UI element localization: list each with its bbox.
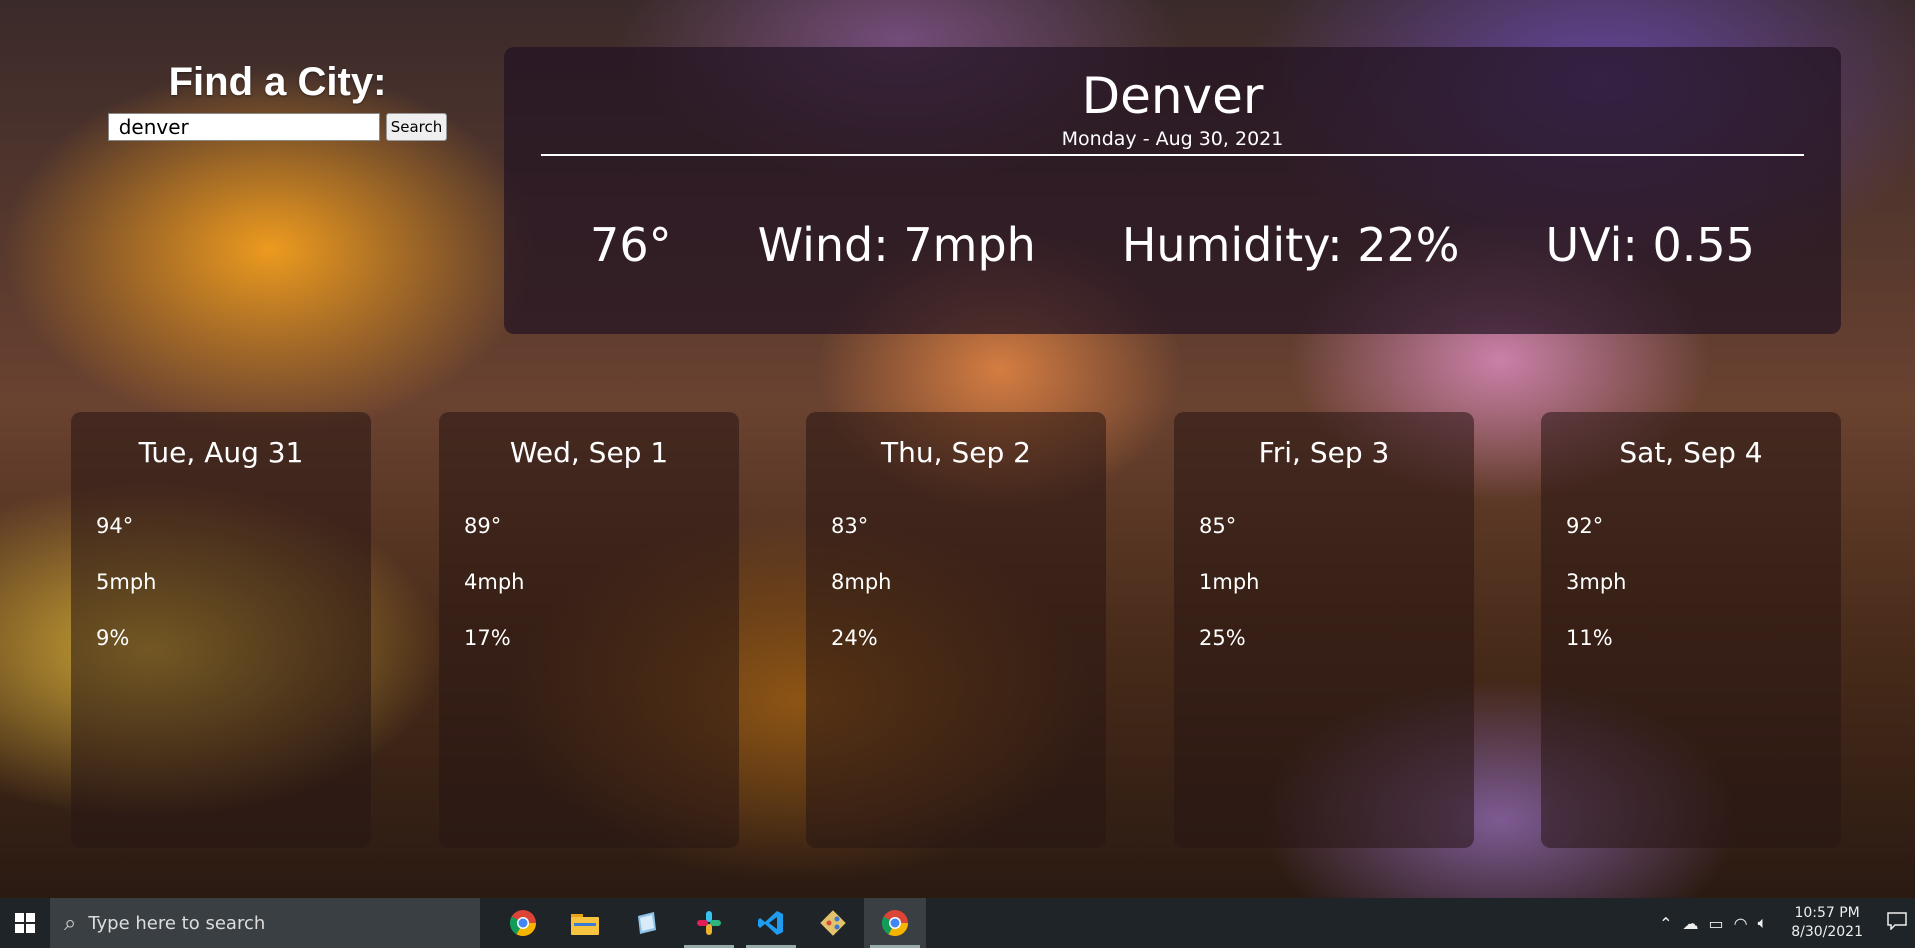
current-temp: 76° bbox=[590, 218, 672, 272]
forecast-temp: 85° bbox=[1199, 514, 1237, 538]
forecast-row: Tue, Aug 31 94° 5mph 9% Wed, Sep 1 89° 4… bbox=[71, 412, 1841, 848]
search-icon: ⌕ bbox=[64, 910, 77, 936]
forecast-temp: 89° bbox=[464, 514, 502, 538]
file-explorer-icon[interactable] bbox=[554, 898, 616, 948]
city-name: Denver bbox=[1081, 67, 1264, 125]
clock[interactable]: 10:57 PM 8/30/2021 bbox=[1791, 904, 1863, 942]
forecast-date: Tue, Aug 31 bbox=[138, 436, 304, 469]
city-search-input[interactable] bbox=[107, 113, 380, 141]
forecast-card: Thu, Sep 2 83° 8mph 24% bbox=[806, 412, 1106, 848]
forecast-wind: 4mph bbox=[464, 570, 525, 594]
forecast-card: Fri, Sep 3 85° 1mph 25% bbox=[1174, 412, 1474, 848]
clock-time: 10:57 PM bbox=[1794, 905, 1860, 922]
current-weather-panel: Denver Monday - Aug 30, 2021 76° Wind: 7… bbox=[504, 47, 1841, 334]
forecast-date: Fri, Sep 3 bbox=[1258, 436, 1390, 469]
windows-start-icon[interactable] bbox=[0, 898, 50, 948]
forecast-temp: 83° bbox=[831, 514, 869, 538]
current-wind: Wind: 7mph bbox=[757, 218, 1036, 272]
chrome-icon[interactable] bbox=[492, 898, 554, 948]
volume-icon[interactable]: 🔈︎ bbox=[1758, 913, 1768, 933]
forecast-date: Wed, Sep 1 bbox=[509, 436, 669, 469]
forecast-wind: 8mph bbox=[831, 570, 892, 594]
forecast-card: Sat, Sep 4 92° 3mph 11% bbox=[1541, 412, 1841, 848]
forecast-date: Thu, Sep 2 bbox=[881, 436, 1031, 469]
search-panel: Find a City: Search bbox=[100, 60, 455, 141]
forecast-wind: 3mph bbox=[1566, 570, 1627, 594]
forecast-humidity: 25% bbox=[1199, 626, 1246, 650]
forecast-temp: 92° bbox=[1566, 514, 1604, 538]
taskbar: ⌕ Type here to search ⌃ ☁ ▭ ◠ 🔈︎ 10:57 P… bbox=[0, 898, 1915, 948]
forecast-humidity: 9% bbox=[96, 626, 130, 650]
vscode-icon[interactable] bbox=[740, 898, 802, 948]
chrome-icon[interactable] bbox=[864, 898, 926, 948]
cloud-icon[interactable]: ☁ bbox=[1683, 914, 1699, 933]
forecast-temp: 94° bbox=[96, 514, 134, 538]
current-uvi: UVi: 0.55 bbox=[1545, 218, 1755, 272]
forecast-humidity: 11% bbox=[1566, 626, 1613, 650]
system-tray: ⌃ ☁ ▭ ◠ 🔈︎ 10:57 PM 8/30/2021 bbox=[1659, 904, 1915, 942]
current-date: Monday - Aug 30, 2021 bbox=[1061, 128, 1284, 150]
search-button[interactable]: Search bbox=[385, 113, 448, 141]
search-row: Search bbox=[100, 113, 455, 141]
taskbar-search-box[interactable]: ⌕ Type here to search bbox=[50, 898, 480, 948]
divider bbox=[541, 154, 1804, 156]
current-humidity: Humidity: 22% bbox=[1121, 218, 1460, 272]
forecast-humidity: 24% bbox=[831, 626, 878, 650]
battery-icon[interactable]: ▭ bbox=[1709, 914, 1724, 933]
forecast-card: Tue, Aug 31 94° 5mph 9% bbox=[71, 412, 371, 848]
taskbar-apps bbox=[492, 898, 926, 948]
current-stats: 76° Wind: 7mph Humidity: 22% UVi: 0.55 bbox=[504, 218, 1841, 272]
chevron-up-icon[interactable]: ⌃ bbox=[1659, 914, 1672, 933]
forecast-wind: 1mph bbox=[1199, 570, 1260, 594]
taskbar-search-placeholder: Type here to search bbox=[88, 912, 266, 934]
forecast-date: Sat, Sep 4 bbox=[1619, 436, 1763, 469]
git-icon[interactable] bbox=[802, 898, 864, 948]
search-title: Find a City: bbox=[168, 60, 387, 104]
forecast-card: Wed, Sep 1 89° 4mph 17% bbox=[439, 412, 739, 848]
notepad-icon[interactable] bbox=[616, 898, 678, 948]
forecast-wind: 5mph bbox=[96, 570, 157, 594]
clock-date: 8/30/2021 bbox=[1791, 924, 1863, 940]
notification-icon[interactable] bbox=[1887, 912, 1907, 934]
wifi-icon[interactable]: ◠ bbox=[1734, 914, 1748, 933]
slack-icon[interactable] bbox=[678, 898, 740, 948]
forecast-humidity: 17% bbox=[464, 626, 511, 650]
